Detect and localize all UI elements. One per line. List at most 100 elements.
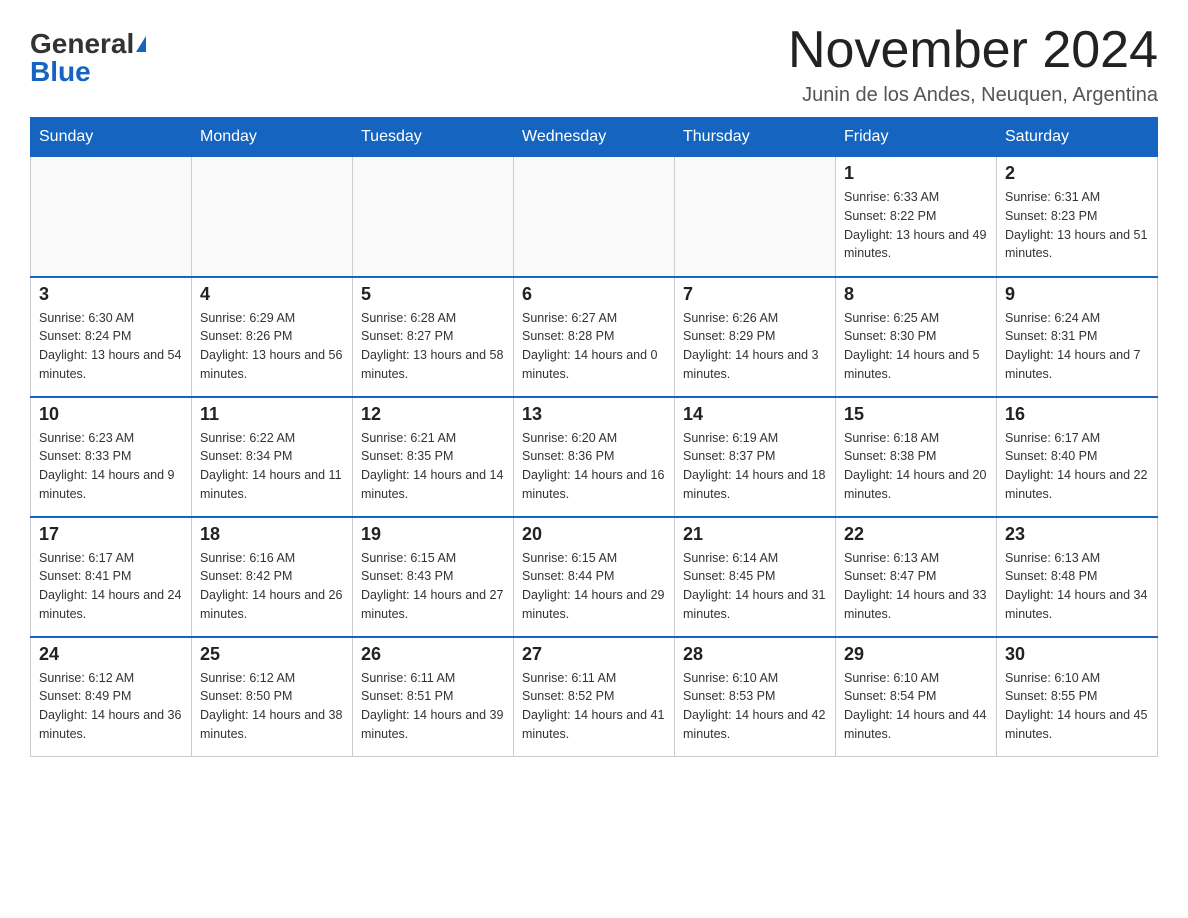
- calendar-cell: [192, 157, 353, 277]
- day-number: 21: [683, 524, 827, 545]
- calendar-cell: 3Sunrise: 6:30 AMSunset: 8:24 PMDaylight…: [31, 277, 192, 397]
- col-header-monday: Monday: [192, 118, 353, 157]
- sun-info: Sunrise: 6:25 AMSunset: 8:30 PMDaylight:…: [844, 309, 988, 384]
- calendar-week-row: 10 Sunrise: 6:23 AMSunset: 8:33 PMDayligh…: [31, 397, 1158, 517]
- calendar-header-row: SundayMondayTuesdayWednesdayThursdayFrid…: [31, 118, 1158, 157]
- location-subtitle: Junin de los Andes, Neuquen, Argentina: [788, 84, 1158, 107]
- day-number: 13: [522, 404, 666, 425]
- day-number: 19: [361, 524, 505, 545]
- day-number: 15: [844, 404, 988, 425]
- calendar-table: SundayMondayTuesdayWednesdayThursdayFrid…: [30, 117, 1158, 757]
- sun-info: Sunrise: 6:20 AMSunset: 8:36 PMDaylight:…: [522, 429, 666, 504]
- calendar-cell: 4 Sunrise: 6:29 AMSunset: 8:26 PMDaylight…: [192, 277, 353, 397]
- day-number: 7: [683, 284, 827, 305]
- day-number: 10: [39, 404, 183, 425]
- calendar-cell: 2 Sunrise: 6:31 AMSunset: 8:23 PMDaylight…: [997, 157, 1158, 277]
- day-number: 30: [1005, 644, 1149, 665]
- sun-info: Sunrise: 6:12 AMSunset: 8:49 PMDaylight:…: [39, 669, 183, 744]
- day-number: 23: [1005, 524, 1149, 545]
- sun-info: Sunrise: 6:26 AMSunset: 8:29 PMDaylight:…: [683, 309, 827, 384]
- calendar-week-row: 1Sunrise: 6:33 AMSunset: 8:22 PMDaylight…: [31, 157, 1158, 277]
- calendar-cell: 16 Sunrise: 6:17 AMSunset: 8:40 PMDayligh…: [997, 397, 1158, 517]
- calendar-cell: [31, 157, 192, 277]
- calendar-cell: 5 Sunrise: 6:28 AMSunset: 8:27 PMDaylight…: [353, 277, 514, 397]
- logo-blue-text: Blue: [30, 58, 91, 86]
- calendar-cell: 19 Sunrise: 6:15 AMSunset: 8:43 PMDayligh…: [353, 517, 514, 637]
- day-number: 17: [39, 524, 183, 545]
- logo-triangle-icon: [136, 36, 146, 52]
- sun-info: Sunrise: 6:23 AMSunset: 8:33 PMDaylight:…: [39, 429, 183, 504]
- sun-info: Sunrise: 6:17 AMSunset: 8:40 PMDaylight:…: [1005, 429, 1149, 504]
- col-header-thursday: Thursday: [675, 118, 836, 157]
- day-number: 16: [1005, 404, 1149, 425]
- day-number: 6: [522, 284, 666, 305]
- sun-info: Sunrise: 6:11 AMSunset: 8:52 PMDaylight:…: [522, 669, 666, 744]
- sun-info: Sunrise: 6:21 AMSunset: 8:35 PMDaylight:…: [361, 429, 505, 504]
- day-number: 22: [844, 524, 988, 545]
- sun-info: Sunrise: 6:11 AMSunset: 8:51 PMDaylight:…: [361, 669, 505, 744]
- calendar-cell: 11 Sunrise: 6:22 AMSunset: 8:34 PMDayligh…: [192, 397, 353, 517]
- day-number: 4: [200, 284, 344, 305]
- calendar-cell: 12Sunrise: 6:21 AMSunset: 8:35 PMDayligh…: [353, 397, 514, 517]
- logo: General Blue: [30, 30, 146, 86]
- day-number: 18: [200, 524, 344, 545]
- col-header-friday: Friday: [836, 118, 997, 157]
- calendar-cell: 7 Sunrise: 6:26 AMSunset: 8:29 PMDaylight…: [675, 277, 836, 397]
- sun-info: Sunrise: 6:16 AMSunset: 8:42 PMDaylight:…: [200, 549, 344, 624]
- sun-info: Sunrise: 6:33 AMSunset: 8:22 PMDaylight:…: [844, 188, 988, 263]
- logo-general-text: General: [30, 30, 134, 58]
- title-area: November 2024 Junin de los Andes, Neuque…: [788, 20, 1158, 107]
- calendar-cell: 27 Sunrise: 6:11 AMSunset: 8:52 PMDayligh…: [514, 637, 675, 757]
- calendar-cell: 23 Sunrise: 6:13 AMSunset: 8:48 PMDayligh…: [997, 517, 1158, 637]
- sun-info: Sunrise: 6:22 AMSunset: 8:34 PMDaylight:…: [200, 429, 344, 504]
- calendar-cell: 21 Sunrise: 6:14 AMSunset: 8:45 PMDayligh…: [675, 517, 836, 637]
- sun-info: Sunrise: 6:10 AMSunset: 8:53 PMDaylight:…: [683, 669, 827, 744]
- calendar-cell: 25Sunrise: 6:12 AMSunset: 8:50 PMDayligh…: [192, 637, 353, 757]
- day-number: 5: [361, 284, 505, 305]
- sun-info: Sunrise: 6:15 AMSunset: 8:43 PMDaylight:…: [361, 549, 505, 624]
- sun-info: Sunrise: 6:13 AMSunset: 8:47 PMDaylight:…: [844, 549, 988, 624]
- calendar-cell: 18 Sunrise: 6:16 AMSunset: 8:42 PMDayligh…: [192, 517, 353, 637]
- month-title: November 2024: [788, 20, 1158, 80]
- sun-info: Sunrise: 6:19 AMSunset: 8:37 PMDaylight:…: [683, 429, 827, 504]
- day-number: 2: [1005, 163, 1149, 184]
- calendar-cell: 9 Sunrise: 6:24 AMSunset: 8:31 PMDaylight…: [997, 277, 1158, 397]
- sun-info: Sunrise: 6:18 AMSunset: 8:38 PMDaylight:…: [844, 429, 988, 504]
- calendar-cell: 6Sunrise: 6:27 AMSunset: 8:28 PMDaylight…: [514, 277, 675, 397]
- calendar-cell: 14 Sunrise: 6:19 AMSunset: 8:37 PMDayligh…: [675, 397, 836, 517]
- day-number: 24: [39, 644, 183, 665]
- sun-info: Sunrise: 6:12 AMSunset: 8:50 PMDaylight:…: [200, 669, 344, 744]
- col-header-saturday: Saturday: [997, 118, 1158, 157]
- sun-info: Sunrise: 6:13 AMSunset: 8:48 PMDaylight:…: [1005, 549, 1149, 624]
- calendar-cell: 26Sunrise: 6:11 AMSunset: 8:51 PMDayligh…: [353, 637, 514, 757]
- day-number: 29: [844, 644, 988, 665]
- sun-info: Sunrise: 6:14 AMSunset: 8:45 PMDaylight:…: [683, 549, 827, 624]
- day-number: 14: [683, 404, 827, 425]
- calendar-cell: 24 Sunrise: 6:12 AMSunset: 8:49 PMDayligh…: [31, 637, 192, 757]
- calendar-week-row: 24 Sunrise: 6:12 AMSunset: 8:49 PMDayligh…: [31, 637, 1158, 757]
- sun-info: Sunrise: 6:24 AMSunset: 8:31 PMDaylight:…: [1005, 309, 1149, 384]
- calendar-cell: 30 Sunrise: 6:10 AMSunset: 8:55 PMDayligh…: [997, 637, 1158, 757]
- calendar-cell: [675, 157, 836, 277]
- day-number: 9: [1005, 284, 1149, 305]
- day-number: 11: [200, 404, 344, 425]
- calendar-cell: 29Sunrise: 6:10 AMSunset: 8:54 PMDayligh…: [836, 637, 997, 757]
- calendar-week-row: 3Sunrise: 6:30 AMSunset: 8:24 PMDaylight…: [31, 277, 1158, 397]
- day-number: 8: [844, 284, 988, 305]
- day-number: 28: [683, 644, 827, 665]
- day-number: 3: [39, 284, 183, 305]
- calendar-cell: 28 Sunrise: 6:10 AMSunset: 8:53 PMDayligh…: [675, 637, 836, 757]
- header: General Blue November 2024 Junin de los …: [30, 20, 1158, 107]
- sun-info: Sunrise: 6:31 AMSunset: 8:23 PMDaylight:…: [1005, 188, 1149, 263]
- day-number: 27: [522, 644, 666, 665]
- calendar-cell: 8 Sunrise: 6:25 AMSunset: 8:30 PMDaylight…: [836, 277, 997, 397]
- col-header-tuesday: Tuesday: [353, 118, 514, 157]
- col-header-wednesday: Wednesday: [514, 118, 675, 157]
- calendar-cell: 10 Sunrise: 6:23 AMSunset: 8:33 PMDayligh…: [31, 397, 192, 517]
- sun-info: Sunrise: 6:29 AMSunset: 8:26 PMDaylight:…: [200, 309, 344, 384]
- day-number: 20: [522, 524, 666, 545]
- calendar-cell: 17Sunrise: 6:17 AMSunset: 8:41 PMDayligh…: [31, 517, 192, 637]
- sun-info: Sunrise: 6:28 AMSunset: 8:27 PMDaylight:…: [361, 309, 505, 384]
- sun-info: Sunrise: 6:10 AMSunset: 8:55 PMDaylight:…: [1005, 669, 1149, 744]
- calendar-week-row: 17Sunrise: 6:17 AMSunset: 8:41 PMDayligh…: [31, 517, 1158, 637]
